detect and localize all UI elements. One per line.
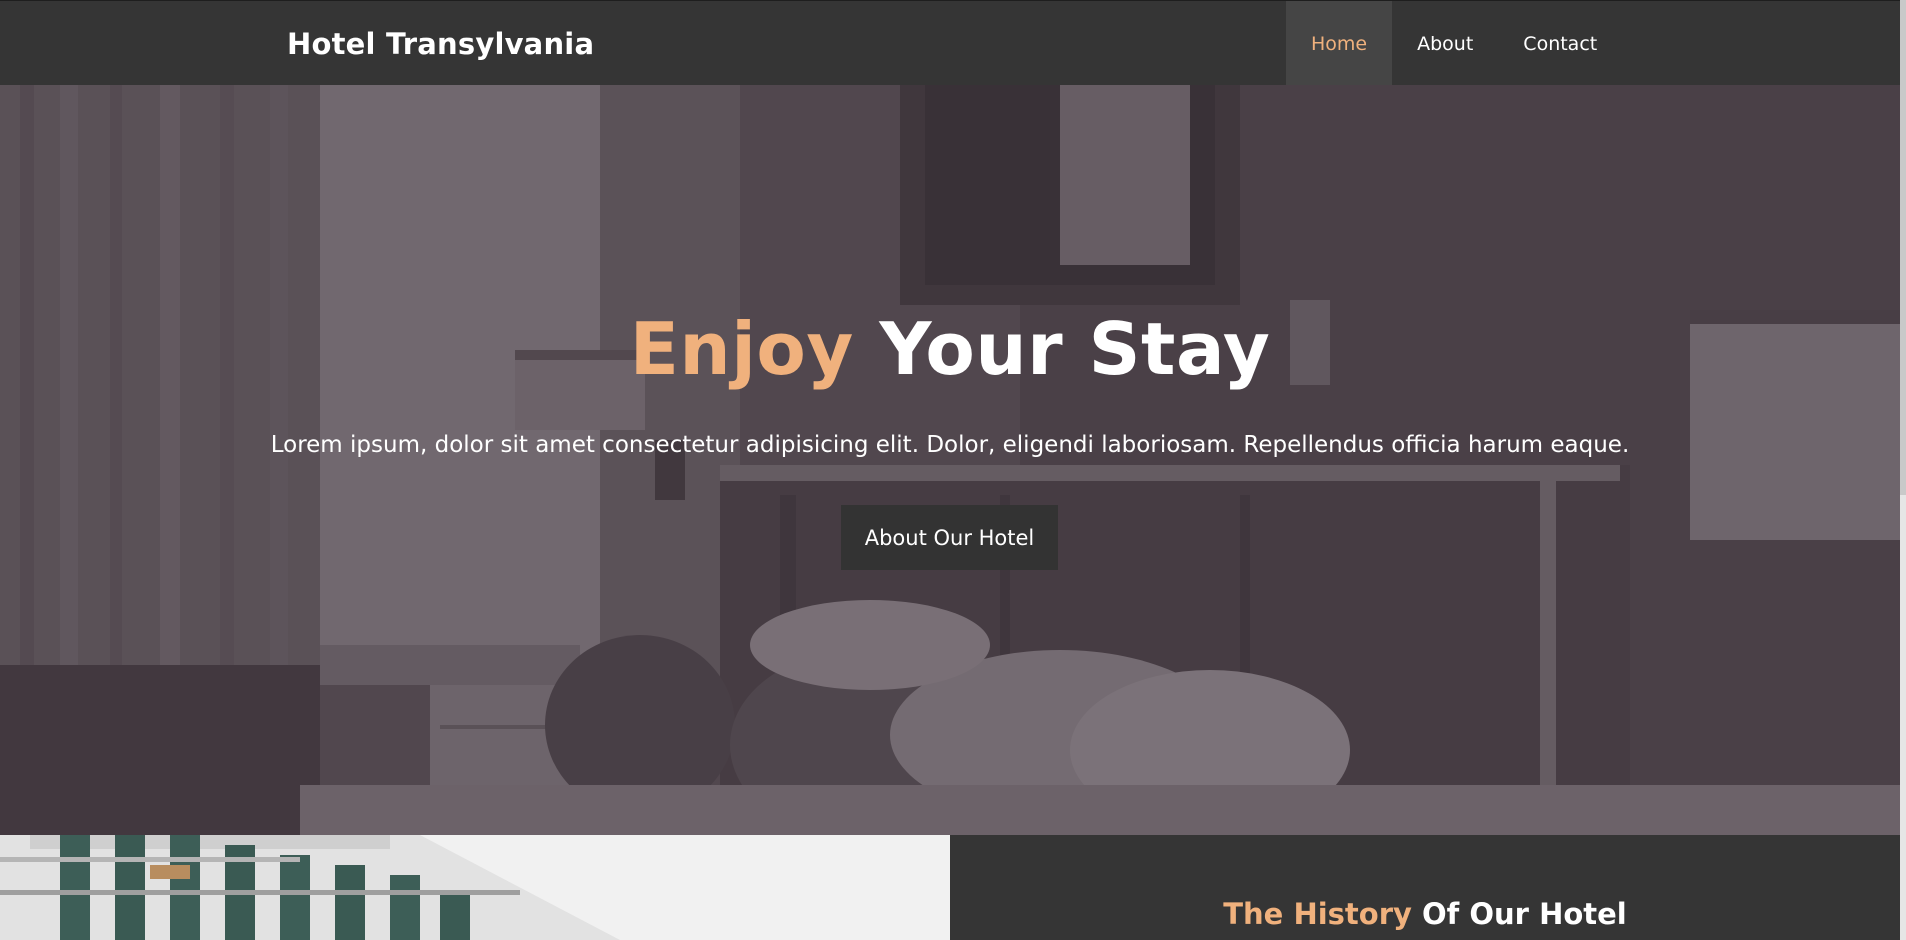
nav-item-home[interactable]: Home [1286, 1, 1393, 86]
history-title: The History Of Our Hotel [950, 897, 1900, 931]
hero-title-accent: Enjoy [629, 307, 854, 391]
hotel-building-illustration [0, 835, 950, 940]
history-title-accent: The History [1223, 897, 1412, 931]
brand-logo-text[interactable]: Hotel Transylvania [287, 27, 594, 61]
scrollbar-thumb[interactable] [1900, 0, 1906, 495]
main-nav: Home About Contact [1286, 1, 1622, 86]
hero-section: Enjoy Your Stay Lorem ipsum, dolor sit a… [0, 85, 1900, 835]
nav-item-about[interactable]: About [1392, 1, 1498, 86]
about-our-hotel-button[interactable]: About Our Hotel [841, 505, 1058, 570]
page-scrollbar[interactable] [1900, 0, 1906, 940]
history-title-rest: Of Our Hotel [1411, 897, 1627, 931]
hero-title-rest: Your Stay [853, 307, 1271, 391]
hero-dark-overlay [0, 85, 1900, 835]
history-panel: The History Of Our Hotel [950, 835, 1900, 940]
history-section: The History Of Our Hotel [0, 835, 1900, 940]
nav-item-contact[interactable]: Contact [1498, 1, 1622, 86]
hotel-building-image [0, 835, 950, 940]
hero-title: Enjoy Your Stay [0, 307, 1900, 391]
top-navbar: Hotel Transylvania Home About Contact [0, 0, 1906, 86]
hero-description: Lorem ipsum, dolor sit amet consectetur … [270, 432, 1630, 458]
